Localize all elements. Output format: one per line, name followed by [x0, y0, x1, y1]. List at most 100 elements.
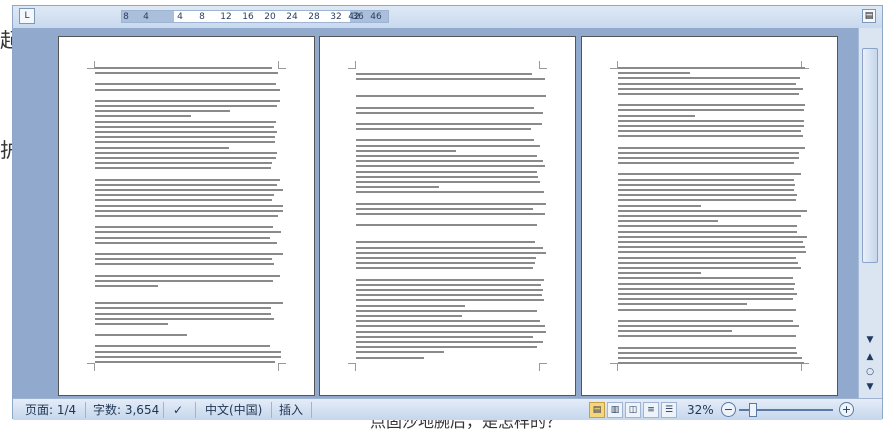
greeked-text-line: [618, 114, 695, 117]
greeked-text-line: [356, 123, 543, 125]
document-page-2[interactable]: [319, 36, 576, 396]
greeked-text-line: [618, 87, 804, 90]
greeked-text-line: [356, 341, 543, 343]
page-corner-mark: [348, 61, 356, 69]
ruler-tick-label: 8: [123, 12, 129, 22]
outline-view-icon[interactable]: ≡: [643, 402, 659, 418]
greeked-text-line: [618, 225, 798, 228]
horizontal-ruler[interactable]: 8 4 4 8 12 16 20 24 28 32 36 42 46: [121, 10, 389, 23]
greeked-text-line: [356, 315, 462, 317]
zoom-level[interactable]: 32%: [687, 402, 714, 418]
ruler-bar: L 8 4 4 8 12 16 20 24 28 32 36 42 46 ▤: [13, 6, 882, 28]
greeked-text-line: [95, 312, 271, 315]
greeked-text-line: [356, 144, 540, 147]
greeked-text-line: [95, 105, 278, 107]
greeked-text-line: [356, 262, 535, 265]
greeked-text-line: [618, 282, 796, 285]
page-corner-mark: [801, 363, 809, 371]
greeked-text-line: [618, 241, 803, 243]
document-area[interactable]: [13, 28, 858, 398]
greeked-text-line: [356, 106, 534, 109]
ruler-tick-label: 16: [242, 12, 254, 22]
zoom-in-icon[interactable]: +: [839, 402, 854, 417]
scroll-down-arrow-icon[interactable]: ▼: [862, 333, 878, 347]
greeked-text-line: [356, 356, 424, 359]
ruler-tick-label: 42: [348, 12, 360, 22]
greeked-text-line: [95, 258, 272, 261]
print-layout-view-icon[interactable]: ▤: [589, 402, 605, 418]
full-screen-reading-view-icon[interactable]: ▥: [607, 402, 623, 418]
greeked-text-line: [95, 361, 276, 363]
greeked-text-line: [356, 257, 537, 259]
document-page-3[interactable]: [581, 36, 838, 396]
greeked-text-line: [618, 330, 733, 333]
greeked-text-line: [95, 167, 272, 170]
greeked-text-line: [95, 334, 188, 337]
proofing-icon[interactable]: ✓: [173, 402, 183, 418]
greeked-text-line: [618, 230, 798, 233]
zoom-slider-thumb[interactable]: [749, 403, 757, 417]
next-page-icon[interactable]: ▼: [862, 380, 878, 394]
greeked-text-line: [95, 125, 275, 128]
greeked-text-line: [95, 355, 281, 358]
document-page-1[interactable]: [58, 36, 315, 396]
greeked-text-line: [356, 309, 537, 312]
greeked-text-line: [618, 267, 801, 269]
scrollbar-thumb[interactable]: [862, 48, 878, 263]
greeked-text-line: [618, 135, 804, 138]
greeked-text-line: [95, 110, 231, 113]
page-indicator[interactable]: 页面: 1/4: [25, 402, 76, 418]
view-ruler-icon[interactable]: ▤: [862, 9, 876, 23]
previous-page-icon[interactable]: ▲: [862, 350, 878, 364]
greeked-text-line: [618, 277, 794, 280]
greeked-text-line: [356, 207, 534, 210]
greeked-text-line: [95, 236, 271, 239]
greeked-text-line: [618, 72, 691, 75]
greeked-text-line: [618, 346, 796, 349]
tab-selector-icon[interactable]: L: [19, 8, 35, 24]
ruler-tick-label: 8: [199, 12, 205, 22]
ruler-tick-label: 24: [286, 12, 298, 22]
greeked-text-line: [618, 298, 794, 301]
greeked-text-line: [95, 231, 282, 234]
greeked-text-line: [356, 165, 546, 168]
greeked-text-line: [356, 213, 545, 215]
greeked-text-line: [356, 175, 538, 178]
greeked-text-line: [95, 83, 277, 86]
greeked-text-line: [618, 303, 747, 306]
page-corner-mark: [348, 363, 356, 371]
greeked-text-line: [95, 285, 158, 287]
greeked-text-line: [95, 350, 282, 353]
greeked-text-line: [95, 72, 278, 75]
word-count[interactable]: 字数: 3,654: [93, 402, 159, 418]
greeked-text-line: [618, 293, 797, 295]
greeked-text-line: [95, 199, 272, 202]
greeked-text-line: [95, 88, 280, 91]
greeked-text-line: [618, 362, 805, 365]
vertical-scrollbar[interactable]: ▼ ▲ ○ ▼: [858, 28, 882, 398]
greeked-text-line: [618, 272, 702, 275]
greeked-text-line: [618, 178, 795, 181]
greeked-text-line: [618, 246, 806, 249]
greeked-text-line: [95, 162, 273, 165]
greeked-text-line: [95, 279, 274, 282]
insert-mode-indicator[interactable]: 插入: [279, 402, 303, 418]
greeked-text-line: [618, 325, 800, 327]
greeked-text-line: [95, 157, 277, 159]
greeked-text-line: [618, 119, 805, 122]
zoom-out-icon[interactable]: −: [721, 402, 736, 417]
select-browse-object-icon[interactable]: ○: [862, 365, 878, 379]
greeked-text-line: [618, 308, 796, 311]
greeked-text-line: [618, 235, 808, 238]
web-layout-view-icon[interactable]: ◫: [625, 402, 641, 418]
greeked-text-line: [95, 253, 284, 255]
greeked-text-line: [356, 294, 543, 297]
greeked-text-line: [618, 199, 797, 202]
greeked-text-line: [95, 136, 275, 139]
draft-view-icon[interactable]: ☰: [661, 402, 677, 418]
ruler-tick-label: 12: [220, 12, 232, 22]
language-indicator[interactable]: 中文(中国): [205, 402, 262, 418]
greeked-text-line: [356, 289, 544, 291]
greeked-text-line: [618, 82, 796, 85]
greeked-text-line: [356, 346, 537, 349]
